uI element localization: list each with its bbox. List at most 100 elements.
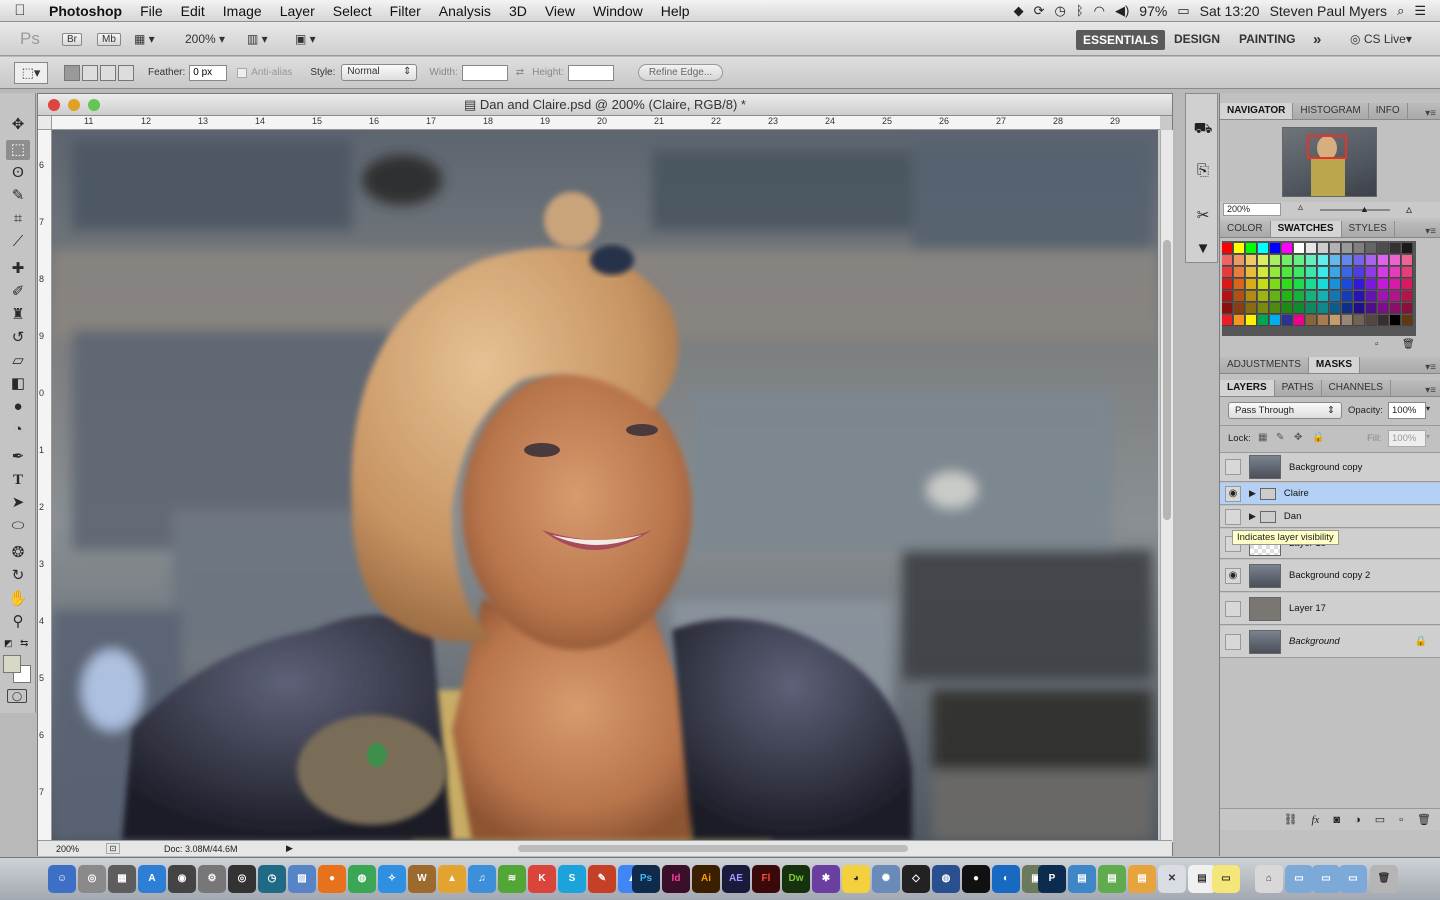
- indesign-dock-icon[interactable]: Id: [662, 865, 690, 893]
- view-extras-dropdown[interactable]: ▦ ▾: [134, 29, 155, 49]
- document-title-bar[interactable]: ▤ Dan and Claire.psd @ 200% (Claire, RGB…: [38, 94, 1172, 116]
- swatch[interactable]: [1342, 267, 1353, 278]
- swatch[interactable]: [1246, 255, 1257, 266]
- menu-clock[interactable]: Sat 13:20: [1200, 3, 1260, 19]
- workspace-design[interactable]: DESIGN: [1174, 29, 1220, 49]
- tab-info[interactable]: INFO: [1369, 103, 1408, 119]
- swatch[interactable]: [1318, 291, 1329, 302]
- new-layer-icon[interactable]: ▫: [1399, 814, 1403, 826]
- adobe-extension-icon[interactable]: ✱: [812, 865, 840, 893]
- swatch[interactable]: [1318, 315, 1329, 326]
- swatch[interactable]: [1390, 291, 1401, 302]
- swatch[interactable]: [1318, 255, 1329, 266]
- swatch[interactable]: [1282, 243, 1293, 254]
- folder-dock-icon-3[interactable]: ▤: [1128, 865, 1156, 893]
- screen-mode-dropdown[interactable]: ▣ ▾: [295, 29, 316, 49]
- swatch[interactable]: [1378, 303, 1389, 314]
- swatch[interactable]: [1378, 291, 1389, 302]
- link-layers-icon[interactable]: ⛓: [1283, 813, 1297, 826]
- preview-icon[interactable]: ▨: [288, 865, 316, 893]
- swatch[interactable]: [1390, 303, 1401, 314]
- lasso-tool-icon[interactable]: ʘ: [6, 163, 30, 183]
- swatch[interactable]: [1318, 279, 1329, 290]
- clone-source-icon[interactable]: ⛟: [1193, 119, 1213, 139]
- swatch[interactable]: [1402, 315, 1413, 326]
- swatch[interactable]: [1306, 279, 1317, 290]
- gradient-tool-icon[interactable]: ◧: [6, 374, 30, 394]
- tab-swatches[interactable]: SWATCHES: [1270, 221, 1342, 237]
- move-tool-icon[interactable]: ✥: [6, 115, 30, 135]
- mini-bridge-button[interactable]: Mb: [97, 32, 121, 46]
- itunes-icon[interactable]: ♫: [468, 865, 496, 893]
- menu-select[interactable]: Select: [324, 3, 381, 19]
- swatch[interactable]: [1330, 267, 1341, 278]
- swatch[interactable]: [1402, 291, 1413, 302]
- adjustment-layer-icon[interactable]: ◑: [1354, 814, 1361, 826]
- navigator-thumbnail[interactable]: [1282, 127, 1377, 197]
- menu-view[interactable]: View: [536, 3, 584, 19]
- swatch[interactable]: [1222, 243, 1233, 254]
- swatch[interactable]: [1294, 303, 1305, 314]
- swatch[interactable]: [1366, 255, 1377, 266]
- swatch[interactable]: [1390, 255, 1401, 266]
- intersect-selection-icon[interactable]: [118, 64, 134, 81]
- spotify-icon[interactable]: ≋: [498, 865, 526, 893]
- swatch[interactable]: [1390, 243, 1401, 254]
- dodge-tool-icon[interactable]: ◔: [6, 420, 30, 440]
- panel-menu-icon[interactable]: ▾≡: [1420, 108, 1440, 119]
- tab-styles[interactable]: STYLES: [1342, 221, 1395, 237]
- volume-icon[interactable]: ◀): [1115, 3, 1129, 19]
- layer-visibility-toggle[interactable]: [1225, 633, 1241, 650]
- subtract-from-selection-icon[interactable]: [100, 64, 116, 81]
- swatch[interactable]: [1222, 279, 1233, 290]
- zoom-out-icon[interactable]: ▵: [1298, 202, 1303, 213]
- swatch[interactable]: [1270, 315, 1281, 326]
- swatch[interactable]: [1354, 267, 1365, 278]
- swatch[interactable]: [1318, 303, 1329, 314]
- zoom-in-icon[interactable]: ▵: [1406, 202, 1412, 216]
- type-tool-icon[interactable]: T: [6, 470, 30, 490]
- swatch[interactable]: [1234, 315, 1245, 326]
- swatch[interactable]: [1354, 279, 1365, 290]
- stack-folder-icon[interactable]: ▭: [1339, 865, 1367, 893]
- navigator-zoom-input[interactable]: 200%: [1223, 203, 1281, 216]
- swatch[interactable]: [1342, 291, 1353, 302]
- navigator-zoom-slider[interactable]: [1320, 209, 1390, 211]
- 3d-rotate-tool-icon[interactable]: ❂: [6, 543, 30, 563]
- swatch[interactable]: [1270, 279, 1281, 290]
- height-input[interactable]: [567, 64, 614, 81]
- swatch[interactable]: [1318, 267, 1329, 278]
- swatch[interactable]: [1270, 291, 1281, 302]
- new-swatch-icon[interactable]: ▫: [1375, 339, 1379, 350]
- status-bar-info-icon[interactable]: ⊡: [106, 843, 120, 854]
- path-selection-tool-icon[interactable]: ➤: [6, 493, 30, 513]
- swatch[interactable]: [1258, 267, 1269, 278]
- navigator-view-box[interactable]: [1307, 135, 1347, 159]
- anti-alias-checkbox[interactable]: [237, 67, 248, 78]
- swatch[interactable]: [1294, 243, 1305, 254]
- swatch[interactable]: [1258, 255, 1269, 266]
- omnigraffle-icon[interactable]: ✎: [588, 865, 616, 893]
- menu-3d[interactable]: 3D: [500, 3, 536, 19]
- swatch[interactable]: [1366, 303, 1377, 314]
- swatch[interactable]: [1282, 267, 1293, 278]
- wifi-icon[interactable]: ◠: [1094, 3, 1105, 19]
- feather-input[interactable]: [189, 64, 228, 81]
- layer-row-background-copy[interactable]: Background copy: [1220, 453, 1440, 482]
- downloads-folder-icon[interactable]: ▭: [1312, 865, 1340, 893]
- eyedropper-tool-icon[interactable]: ⟋: [6, 232, 30, 252]
- horizontal-scroll-thumb[interactable]: [518, 845, 908, 852]
- bluetooth-icon[interactable]: ᛒ: [1076, 3, 1084, 18]
- lock-pixels-icon[interactable]: ✎: [1276, 432, 1284, 443]
- swatch[interactable]: [1282, 255, 1293, 266]
- sync-icon[interactable]: ⟳: [1034, 3, 1045, 19]
- fill-dropdown-icon[interactable]: ▾: [1426, 432, 1430, 441]
- swatch[interactable]: [1354, 291, 1365, 302]
- swatch[interactable]: [1342, 279, 1353, 290]
- photo-booth-icon[interactable]: ◉: [168, 865, 196, 893]
- battery-status[interactable]: 97%: [1139, 3, 1167, 19]
- close-window-icon[interactable]: [48, 99, 60, 111]
- eye-icon[interactable]: ◉: [1225, 567, 1241, 584]
- menu-user[interactable]: Steven Paul Myers: [1270, 3, 1388, 19]
- tool-preset-picker[interactable]: ⬚▾: [14, 61, 48, 84]
